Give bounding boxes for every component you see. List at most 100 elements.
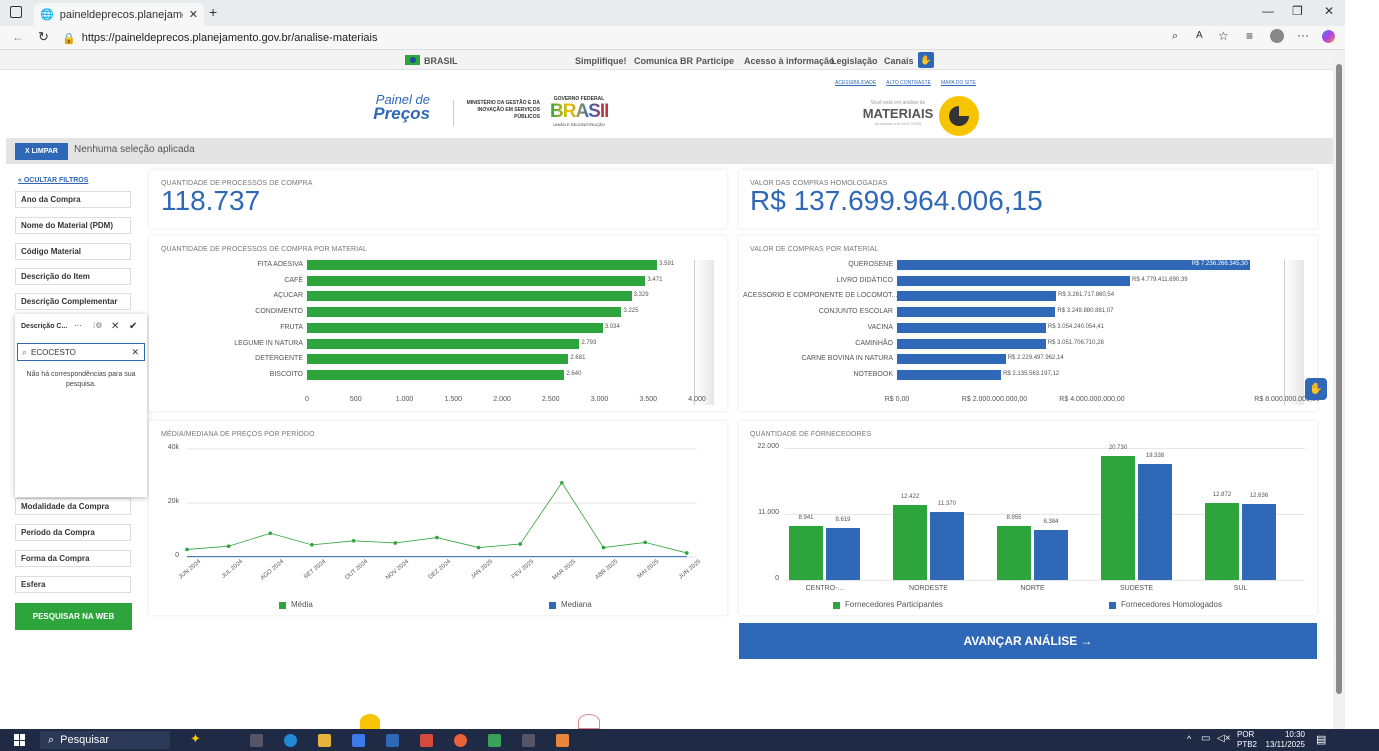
filter-descricao-item[interactable]: Descrição do Item	[15, 268, 131, 285]
popup-select-icon[interactable]: ⁞⚙	[93, 321, 102, 330]
series-point	[268, 531, 273, 536]
edge-icon[interactable]	[284, 734, 297, 747]
logo-line2: Preços	[373, 104, 430, 123]
line-chart-svg	[185, 448, 697, 558]
file-explorer-icon[interactable]	[318, 734, 331, 747]
network-icon[interactable]: ▭	[1201, 733, 1210, 744]
page-context: Você está em análise de MATERIAIS Atuali…	[862, 100, 934, 126]
profile-icon[interactable]	[1270, 29, 1284, 43]
clock[interactable]: 10:30 13/11/2025	[1263, 730, 1305, 750]
clear-button[interactable]: X LIMPAR	[15, 143, 68, 160]
globe-icon: 🌐	[40, 9, 54, 21]
windows-start-icon[interactable]	[14, 734, 26, 746]
bar	[307, 338, 580, 349]
volume-icon[interactable]: ◁×	[1217, 733, 1231, 744]
clock-date: 13/11/2025	[1265, 740, 1305, 749]
popup-confirm-icon[interactable]: ✔	[129, 321, 137, 332]
y-tick-label: 20k	[167, 498, 179, 505]
x-tick-label: NORTE	[1020, 585, 1045, 592]
popup-search-field[interactable]: ⌕ ECOCESTO ✕	[17, 343, 145, 361]
gov-link-acesso[interactable]: Acesso à informação	[744, 56, 835, 66]
divider	[453, 100, 454, 126]
link-acessibilidade[interactable]: ACESSIBILIDADE	[835, 80, 876, 86]
notification-icon[interactable]: ▤	[1316, 733, 1326, 746]
app-icon-2[interactable]	[420, 734, 433, 747]
page-scrollbar[interactable]	[1333, 50, 1345, 729]
search-web-button[interactable]: PESQUISAR NA WEB	[15, 603, 132, 630]
new-tab-icon[interactable]: +	[209, 4, 217, 20]
browser-tab-bar: 🌐 paineldeprecos.planejamento.go ✕ + — ❐…	[0, 0, 1345, 26]
bar-category-label: NOTEBOOK	[853, 370, 893, 378]
task-view-icon[interactable]	[250, 734, 263, 747]
clear-search-icon[interactable]: ✕	[131, 347, 139, 358]
tab-actions-icon[interactable]	[10, 6, 22, 18]
minimize-icon[interactable]: —	[1262, 4, 1274, 18]
chrome-icon[interactable]	[454, 734, 467, 747]
popup-more-icon[interactable]: ···	[74, 321, 82, 330]
gov-link-canais[interactable]: Canais	[884, 56, 914, 66]
series-point	[310, 543, 314, 547]
widgets-icon[interactable]: ✦	[190, 731, 201, 747]
close-tab-icon[interactable]: ✕	[189, 8, 198, 21]
filter-ano-compra[interactable]: Ano da Compra	[15, 191, 131, 208]
more-icon[interactable]: ···	[1297, 28, 1309, 42]
favorite-icon[interactable]: ☆	[1218, 29, 1229, 43]
app-icon-3[interactable]	[522, 734, 535, 747]
vlibras-icon[interactable]: ✋	[918, 52, 934, 68]
popup-title: Descrição C...	[21, 323, 68, 330]
search-icon: ⌕	[48, 733, 55, 746]
zoom-icon[interactable]: ⌕	[1172, 30, 1178, 43]
footer-access-icon[interactable]	[360, 714, 380, 729]
link-alto-contraste[interactable]: ALTO CONTRASTE	[886, 80, 931, 86]
gov-link-simplifique[interactable]: Simplifique!	[575, 56, 627, 66]
vlibras-float-icon[interactable]: ✋	[1305, 378, 1327, 400]
scrollbar-thumb[interactable]	[1336, 64, 1342, 694]
page-title: MATERIAIS	[862, 106, 934, 121]
advance-analysis-button[interactable]: AVANÇAR ANÁLISE →	[739, 623, 1317, 659]
filter-modalidade[interactable]: Modalidade da Compra	[15, 498, 131, 515]
legend-label: Média	[291, 600, 313, 609]
filter-codigo-material[interactable]: Código Material	[15, 243, 131, 260]
bar-value-label: 2.681	[570, 355, 586, 362]
filter-nome-material[interactable]: Nome do Material (PDM)	[15, 217, 131, 234]
tray-chevron-icon[interactable]: ^	[1187, 734, 1191, 744]
popup-cancel-icon[interactable]: ✕	[111, 321, 119, 332]
series-point	[393, 541, 398, 545]
link-mapa-site[interactable]: MAPA DO SITE	[941, 80, 976, 86]
filter-forma[interactable]: Forma da Compra	[15, 550, 131, 567]
lang-label: POR	[1237, 730, 1255, 739]
browser-tab[interactable]: 🌐 paineldeprecos.planejamento.go ✕	[34, 3, 204, 26]
selection-status: Nenhuma seleção aplicada	[74, 144, 195, 155]
app-icon-1[interactable]	[386, 734, 399, 747]
favorites-bar-icon[interactable]: ≡	[1246, 29, 1253, 43]
app-icon-4[interactable]	[556, 734, 569, 747]
taskbar-search[interactable]: ⌕ Pesquisar	[40, 731, 170, 749]
gov-link-participe[interactable]: Participe	[696, 56, 734, 66]
y-tick-label: 40k	[167, 444, 179, 451]
accessibility-links: ACESSIBILIDADE ALTO CONTRASTE MAPA DO SI…	[835, 80, 976, 86]
restore-icon[interactable]: ❐	[1292, 4, 1303, 18]
gov-link-legislacao[interactable]: Legislação	[831, 56, 878, 66]
store-icon[interactable]	[352, 734, 365, 747]
bar	[897, 369, 1002, 380]
filter-periodo[interactable]: Período da Compra	[15, 524, 131, 541]
chart2-scroll[interactable]	[1284, 260, 1304, 405]
refresh-icon[interactable]: ↻	[38, 29, 49, 45]
language-indicator[interactable]: POR PTB2	[1237, 730, 1257, 750]
footer-seal-icon	[578, 714, 600, 729]
copilot-icon[interactable]	[1322, 30, 1335, 43]
bar	[897, 354, 1006, 365]
bar	[897, 338, 1046, 349]
close-window-icon[interactable]: ✕	[1324, 4, 1334, 18]
excel-icon[interactable]	[488, 734, 501, 747]
back-icon[interactable]: ←	[12, 30, 24, 44]
chart2-title: VALOR DE COMPRAS POR MATERIAL	[750, 246, 879, 253]
url-field[interactable]: 🔒 https://paineldeprecos.planejamento.go…	[62, 29, 1192, 47]
filter-esfera[interactable]: Esfera	[15, 576, 131, 593]
filter-descricao-complementar[interactable]: Descrição Complementar	[15, 293, 131, 310]
x-tick-label: 4.000	[688, 396, 706, 403]
painel-logo[interactable]: Painel de Preços	[360, 92, 430, 124]
gov-link-comunica[interactable]: Comunica BR	[634, 56, 693, 66]
read-aloud-icon[interactable]: A	[1196, 30, 1203, 41]
hide-filters-link[interactable]: « OCULTAR FILTROS	[18, 177, 88, 184]
